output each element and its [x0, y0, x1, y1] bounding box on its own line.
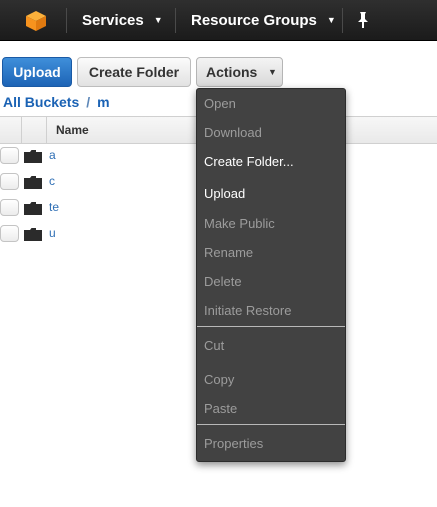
menu-item-cut[interactable]: Cut: [204, 338, 224, 353]
breadcrumb-separator: /: [86, 94, 91, 110]
pin-icon[interactable]: [356, 12, 370, 28]
menu-item-paste[interactable]: Paste: [204, 401, 237, 416]
actions-label: Actions: [206, 64, 258, 80]
folder-icon: [24, 202, 42, 215]
actions-button[interactable]: Actions ▼: [196, 57, 283, 87]
folder-icon: [24, 150, 42, 163]
menu-item-download[interactable]: Download: [204, 125, 262, 140]
row-checkbox[interactable]: [0, 225, 19, 242]
folder-name[interactable]: u: [49, 226, 56, 240]
folder-icon: [24, 176, 42, 189]
nav-separator: [342, 8, 343, 33]
menu-item-make-public[interactable]: Make Public: [204, 216, 275, 231]
services-label: Services: [82, 12, 144, 29]
breadcrumb-current-bucket[interactable]: m: [97, 94, 109, 110]
folder-name[interactable]: te: [49, 200, 59, 214]
breadcrumb-all-buckets[interactable]: All Buckets: [3, 94, 79, 110]
aws-cube-icon[interactable]: [25, 10, 47, 32]
menu-item-initiate-restore[interactable]: Initiate Restore: [204, 303, 291, 318]
folder-icon: [24, 228, 42, 241]
menu-item-upload[interactable]: Upload: [204, 186, 245, 201]
chevron-down-icon: ▼: [153, 15, 163, 25]
breadcrumb: All Buckets / m: [3, 94, 110, 110]
resource-groups-label: Resource Groups: [191, 12, 317, 29]
table-row[interactable]: u: [0, 225, 200, 245]
menu-item-rename[interactable]: Rename: [204, 245, 253, 260]
table-row[interactable]: te: [0, 199, 200, 219]
chevron-down-icon: ▼: [268, 67, 277, 77]
column-header-name[interactable]: Name: [56, 123, 89, 137]
services-menu[interactable]: Services ▼: [82, 12, 163, 29]
row-checkbox[interactable]: [0, 199, 19, 216]
upload-button[interactable]: Upload: [2, 57, 72, 87]
menu-item-create-folder[interactable]: Create Folder...: [204, 154, 294, 169]
menu-divider: [197, 326, 345, 327]
menu-item-open[interactable]: Open: [204, 96, 236, 111]
table-row[interactable]: c: [0, 173, 200, 193]
menu-item-copy[interactable]: Copy: [204, 372, 234, 387]
actions-dropdown-menu: Open Download Create Folder... Upload Ma…: [196, 88, 346, 462]
top-navigation-bar: Services ▼ Resource Groups ▼: [0, 0, 437, 41]
nav-separator: [66, 8, 67, 33]
create-folder-button[interactable]: Create Folder: [77, 57, 191, 87]
menu-item-delete[interactable]: Delete: [204, 274, 242, 289]
chevron-down-icon: ▼: [326, 15, 336, 25]
row-checkbox[interactable]: [0, 147, 19, 164]
table-row[interactable]: a: [0, 147, 200, 167]
folder-name[interactable]: a: [49, 148, 56, 162]
menu-divider: [197, 424, 345, 425]
nav-separator: [175, 8, 176, 33]
menu-item-properties[interactable]: Properties: [204, 436, 263, 451]
row-checkbox[interactable]: [0, 173, 19, 190]
resource-groups-menu[interactable]: Resource Groups ▼: [191, 12, 336, 29]
folder-name[interactable]: c: [49, 174, 55, 188]
